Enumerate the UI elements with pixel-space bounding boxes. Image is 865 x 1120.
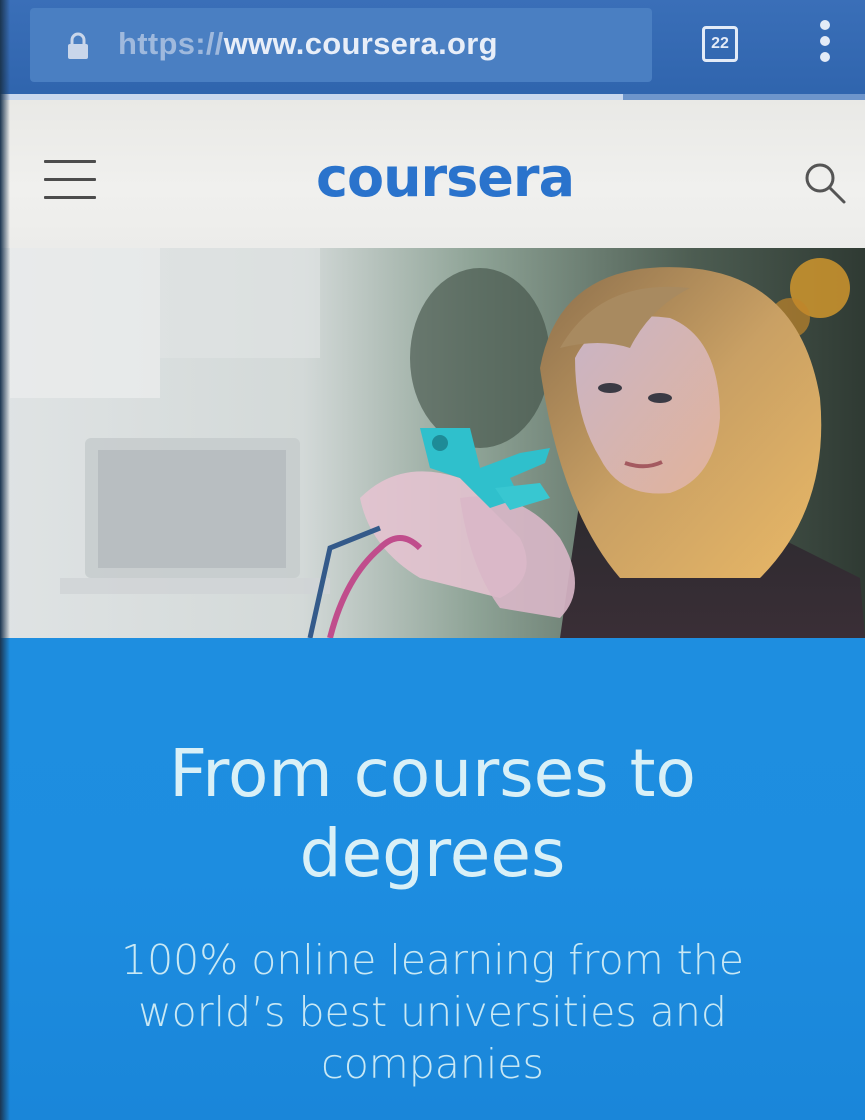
- tabs-icon: 22: [702, 26, 738, 62]
- url-host: www.coursera.org: [223, 26, 498, 61]
- tab-count: 22: [711, 35, 729, 52]
- address-bar[interactable]: https://www.coursera.org: [30, 8, 652, 82]
- hero-subheadline: 100% online learning from the world’s be…: [121, 936, 744, 1088]
- screen: https://www.coursera.org 22 coursera Fro…: [0, 0, 865, 1120]
- hero-illustration: [0, 248, 865, 638]
- url-scheme: https://: [118, 26, 224, 61]
- hamburger-menu-icon[interactable]: [44, 160, 96, 200]
- hero-image: [0, 248, 865, 638]
- url-text[interactable]: https://www.coursera.org: [118, 26, 498, 62]
- search-icon[interactable]: [800, 158, 848, 206]
- coursera-logo[interactable]: coursera: [312, 150, 578, 208]
- hero-text-section: From courses to degrees 100% online lear…: [0, 638, 865, 1120]
- hero-headline: From courses to degrees: [169, 735, 696, 892]
- tabs-switcher-button[interactable]: 22: [694, 20, 744, 66]
- site-header: coursera: [0, 100, 865, 248]
- browser-toolbar: https://www.coursera.org 22: [0, 0, 865, 100]
- more-vert-icon[interactable]: [808, 16, 844, 68]
- lock-icon: [68, 32, 88, 59]
- logo-text: coursera: [316, 150, 574, 208]
